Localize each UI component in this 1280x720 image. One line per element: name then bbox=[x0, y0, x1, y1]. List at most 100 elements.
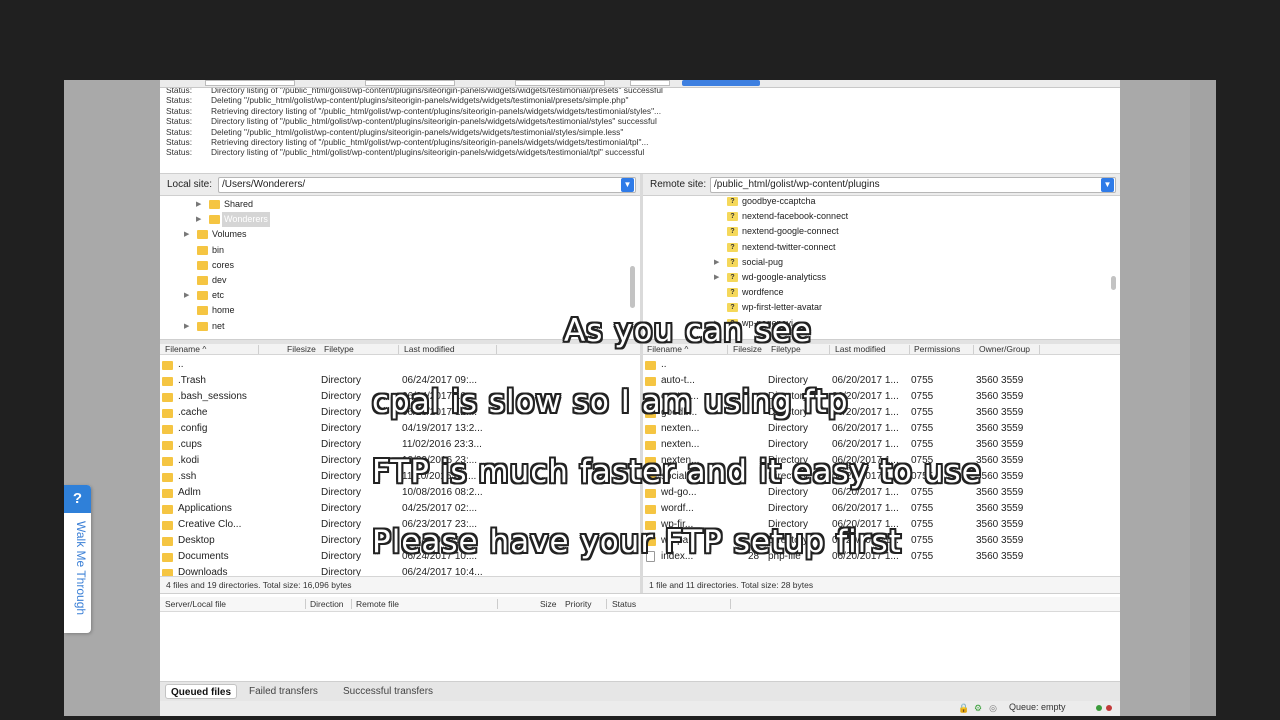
tab-successful-transfers[interactable]: Successful transfers bbox=[338, 684, 438, 699]
col-filesize[interactable]: Filesize bbox=[287, 344, 316, 355]
col-last-modified[interactable]: Last modified bbox=[404, 344, 455, 355]
folder-icon bbox=[162, 377, 173, 386]
walk-me-through-widget[interactable]: ? Walk Me Through bbox=[64, 485, 91, 633]
sync-icon: ⚙ bbox=[973, 703, 983, 713]
file-type: Directory bbox=[768, 423, 809, 434]
remote-tree-item[interactable]: ? goodbye-ccaptcha bbox=[714, 196, 1014, 209]
folder-icon bbox=[197, 245, 208, 255]
folder-icon bbox=[645, 441, 656, 450]
table-row[interactable]: wordf... Directory 06/20/2017 1... 0755 3560… bbox=[643, 501, 1120, 517]
walk-me-through-label[interactable]: Walk Me Through bbox=[68, 521, 88, 631]
file-name: .config bbox=[178, 423, 208, 434]
unknown-folder-icon: ? bbox=[727, 303, 738, 313]
table-row[interactable]: nexten... Directory 06/20/2017 1... 0755 356… bbox=[643, 421, 1120, 437]
col-permissions[interactable]: Permissions bbox=[914, 344, 960, 355]
expand-arrow-icon[interactable]: ▶ bbox=[184, 319, 194, 334]
local-tree-item[interactable]: ▶ net bbox=[184, 319, 484, 334]
file-permissions: 0755 bbox=[911, 391, 934, 402]
file-type: Directory bbox=[321, 519, 362, 530]
table-row[interactable]: Downloads Directory 06/24/2017 10:4... bbox=[160, 565, 640, 576]
table-row[interactable]: Applications Directory 04/25/2017 02:... bbox=[160, 501, 640, 517]
table-row[interactable]: nexten... Directory 06/20/2017 1... 0755 356… bbox=[643, 437, 1120, 453]
file-name: Downloads bbox=[178, 567, 228, 576]
tab-queued-files[interactable]: Queued files bbox=[165, 684, 238, 699]
expand-arrow-icon[interactable]: ▶ bbox=[196, 212, 206, 227]
local-tree-scrollbar[interactable] bbox=[630, 266, 635, 308]
folder-icon bbox=[162, 569, 173, 576]
expand-arrow-icon[interactable]: ▶ bbox=[714, 270, 724, 285]
unknown-folder-icon: ? bbox=[727, 288, 738, 298]
col-priority[interactable]: Priority bbox=[565, 599, 591, 609]
local-tree-item[interactable]: home bbox=[184, 303, 484, 318]
local-site-input[interactable]: /Users/Wonderers/ bbox=[218, 177, 636, 193]
file-type: Directory bbox=[768, 439, 809, 450]
col-direction[interactable]: Direction bbox=[310, 599, 344, 609]
log-message: Deleting "/public_html/golist/wp-content… bbox=[211, 95, 629, 106]
folder-icon bbox=[197, 291, 208, 301]
folder-icon bbox=[645, 505, 656, 514]
host-field[interactable] bbox=[205, 80, 295, 86]
background-strip bbox=[1190, 80, 1216, 716]
help-question-icon[interactable]: ? bbox=[64, 485, 91, 513]
remote-tree-item[interactable]: ▶? wd-google-analyticss bbox=[714, 270, 1014, 285]
remote-tree-item-label: wd-google-analyticss bbox=[742, 272, 827, 282]
expand-arrow-icon[interactable]: ▶ bbox=[184, 227, 194, 242]
file-owner-group: 3560 3559 bbox=[976, 471, 1024, 482]
file-owner-group: 3560 3559 bbox=[976, 407, 1024, 418]
remote-tree-item[interactable]: ? nextend-facebook-connect bbox=[714, 209, 1014, 224]
folder-icon bbox=[197, 230, 208, 240]
local-tree-item[interactable]: dev bbox=[184, 273, 484, 288]
local-tree-item[interactable]: bin bbox=[184, 243, 484, 258]
caption-line-2: cpal is slow so I am using ftp bbox=[372, 384, 849, 420]
table-row[interactable]: .config Directory 04/19/2017 13:2... bbox=[160, 421, 640, 437]
expand-arrow-icon[interactable]: ▶ bbox=[196, 197, 206, 212]
col-filetype[interactable]: Filetype bbox=[324, 344, 354, 355]
col-last-modified[interactable]: Last modified bbox=[835, 344, 886, 355]
col-size[interactable]: Size bbox=[540, 599, 557, 609]
speed-limit-icon[interactable]: ◎ bbox=[988, 703, 998, 713]
table-row[interactable]: .cups Directory 11/02/2016 23:3... bbox=[160, 437, 640, 453]
tab-failed-transfers[interactable]: Failed transfers bbox=[244, 684, 323, 699]
expand-arrow-icon[interactable]: ▶ bbox=[184, 288, 194, 303]
local-tree-item[interactable]: ▶ etc bbox=[184, 288, 484, 303]
expand-arrow-icon[interactable]: ▶ bbox=[714, 255, 724, 270]
port-field[interactable] bbox=[630, 80, 670, 86]
password-field[interactable] bbox=[515, 80, 605, 86]
file-type: Directory bbox=[321, 471, 362, 482]
folder-icon bbox=[645, 425, 656, 434]
file-name: .. bbox=[178, 359, 184, 370]
folder-icon bbox=[197, 321, 208, 331]
file-type: Directory bbox=[321, 567, 362, 576]
username-field[interactable] bbox=[365, 80, 455, 86]
folder-icon bbox=[162, 553, 173, 562]
col-server-local-file[interactable]: Server/Local file bbox=[165, 599, 226, 609]
file-name: Creative Clo... bbox=[178, 519, 242, 530]
local-tree-item-label: home bbox=[212, 305, 235, 316]
remote-tree-item[interactable]: ? wordfence bbox=[714, 285, 1014, 300]
col-status[interactable]: Status bbox=[612, 599, 636, 609]
transfer-queue[interactable]: Server/Local file Direction Remote file … bbox=[160, 593, 1120, 681]
local-site-dropdown-icon[interactable]: ▼ bbox=[621, 178, 634, 192]
col-remote-file[interactable]: Remote file bbox=[356, 599, 399, 609]
file-name: wordf... bbox=[661, 503, 694, 514]
local-tree-item[interactable]: ▶ Shared bbox=[196, 197, 496, 212]
unknown-folder-icon: ? bbox=[727, 212, 738, 222]
remote-tree-scrollbar[interactable] bbox=[1111, 276, 1116, 290]
table-row[interactable]: .. bbox=[643, 357, 1120, 373]
col-owner-group[interactable]: Owner/Group bbox=[979, 344, 1030, 355]
local-tree-item[interactable]: ▶ Wonderers bbox=[196, 212, 496, 228]
local-tree-item[interactable]: cores bbox=[184, 258, 484, 273]
remote-site-dropdown-icon[interactable]: ▼ bbox=[1101, 178, 1114, 192]
local-tree-item[interactable]: ▶ Volumes bbox=[184, 227, 484, 242]
file-permissions: 0755 bbox=[911, 519, 934, 530]
remote-tree-item[interactable]: ? nextend-google-connect bbox=[714, 224, 1014, 239]
remote-tree-item[interactable]: ▶? social-pug bbox=[714, 255, 1014, 270]
status-bar: 🔒 ⚙ ◎ Queue: empty bbox=[160, 701, 1120, 716]
file-permissions: 0755 bbox=[911, 375, 934, 386]
table-row[interactable]: .. bbox=[160, 357, 640, 373]
remote-tree-item[interactable]: ? nextend-twitter-connect bbox=[714, 240, 1014, 255]
quickconnect-button[interactable] bbox=[682, 80, 760, 86]
remote-site-input[interactable]: /public_html/golist/wp-content/plugins bbox=[710, 177, 1116, 193]
col-filename[interactable]: Filename ^ bbox=[165, 344, 206, 355]
folder-icon bbox=[645, 361, 656, 370]
